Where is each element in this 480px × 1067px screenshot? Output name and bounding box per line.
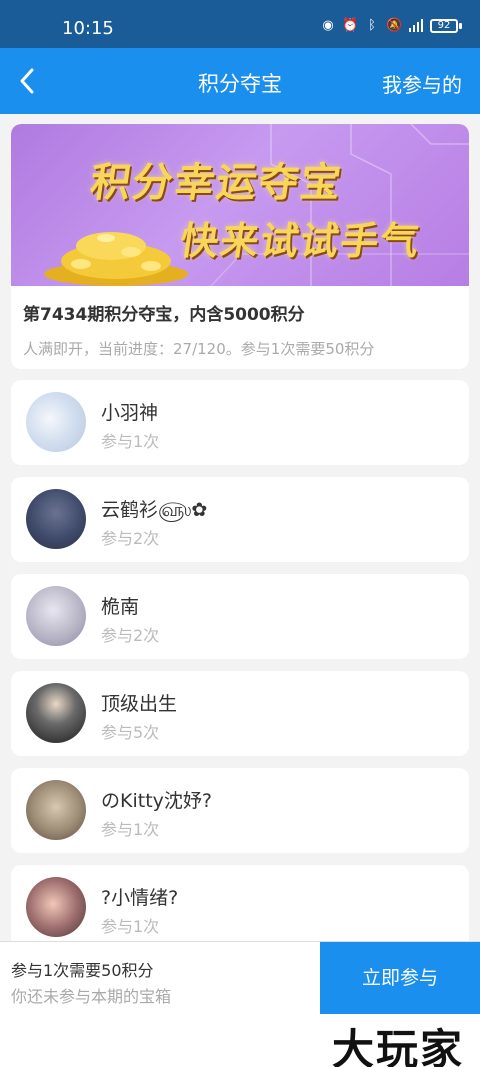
status-time: 10:15: [62, 18, 114, 39]
avatar: [26, 586, 86, 646]
list-item[interactable]: 桅南 参与2次: [11, 574, 469, 659]
my-participation-link[interactable]: 我参与的: [382, 69, 462, 98]
eye-icon: ◉: [322, 18, 334, 33]
alarm-icon: ⏰: [342, 18, 359, 33]
avatar: [26, 683, 86, 743]
join-button[interactable]: 立即参与: [320, 942, 480, 1014]
lottery-card: 积分幸运夺宝 快来试试手气 第7434期积分夺宝，内含5000积分 人满即开，当…: [11, 124, 469, 369]
participant-name: 云鹤衫௵✿: [101, 499, 208, 521]
status-icons: ◉ ⏰ ᛒ 🔕 92: [320, 18, 462, 34]
nav-bar: 积分夺宝 我参与的: [0, 48, 480, 114]
participant-count: 参与1次: [101, 820, 160, 839]
battery-icon: 92: [430, 19, 462, 33]
issue-progress: 人满即开，当前进度：27/120。参与1次需要50积分: [23, 340, 375, 358]
participant-name: 顶级出生: [101, 693, 178, 715]
battery-level: 92: [430, 19, 458, 33]
list-item[interactable]: のKitty沈妤? 参与1次: [11, 768, 469, 853]
participation-status: 你还未参与本期的宝箱: [11, 987, 172, 1006]
list-item[interactable]: 顶级出生 参与5次: [11, 671, 469, 756]
list-item[interactable]: 小羽神 参与1次: [11, 380, 469, 465]
participant-name: 小羽神: [101, 402, 159, 424]
participant-name: 桅南: [101, 596, 140, 618]
participant-list: 小羽神 参与1次 云鹤衫௵✿ 参与2次 桅南 参与2次 顶级出生 参与5次 のK…: [11, 380, 469, 941]
watermark-logo: 大玩家: [332, 1025, 465, 1067]
cost-text: 参与1次需要50积分: [11, 961, 154, 980]
signal-icon: [408, 18, 424, 34]
avatar: [26, 392, 86, 452]
banner-image: 积分幸运夺宝 快来试试手气: [11, 124, 469, 286]
participant-count: 参与2次: [101, 529, 160, 548]
participant-count: 参与5次: [101, 723, 160, 742]
bottom-bar: 参与1次需要50积分 你还未参与本期的宝箱 立即参与 大玩家: [0, 941, 480, 1067]
participant-count: 参与1次: [101, 917, 160, 936]
main-content: 积分幸运夺宝 快来试试手气 第7434期积分夺宝，内含5000积分 人满即开，当…: [0, 114, 480, 941]
participant-name: のKitty沈妤?: [101, 790, 212, 812]
banner-subtitle: 快来试试手气: [177, 219, 424, 263]
avatar: [26, 489, 86, 549]
participant-count: 参与2次: [101, 626, 160, 645]
list-item[interactable]: ?小情绪? 参与1次: [11, 865, 469, 941]
participant-name: ?小情绪?: [101, 887, 179, 909]
banner-title: 积分幸运夺宝: [87, 160, 346, 206]
gold-coins-icon: [44, 232, 188, 286]
bluetooth-icon: ᛒ: [368, 18, 376, 33]
list-item[interactable]: 云鹤衫௵✿ 参与2次: [11, 477, 469, 562]
mute-icon: 🔕: [386, 18, 403, 33]
avatar: [26, 780, 86, 840]
participant-count: 参与1次: [101, 432, 160, 451]
avatar: [26, 877, 86, 937]
status-bar: 10:15 ◉ ⏰ ᛒ 🔕 92: [0, 0, 480, 48]
issue-title: 第7434期积分夺宝，内含5000积分: [23, 305, 305, 325]
